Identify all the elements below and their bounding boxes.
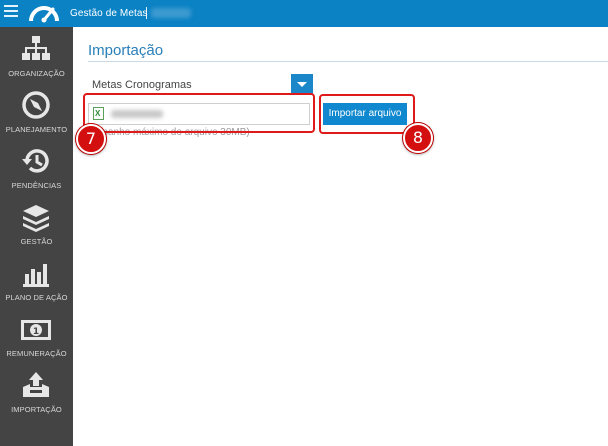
sidebar-item-label: GESTÃO	[20, 237, 53, 246]
sidebar-item-plano-de-acao[interactable]: PLANO DE AÇÃO	[0, 253, 73, 309]
sidebar-item-label: PLANEJAMENTO	[5, 125, 68, 134]
org-chart-icon	[22, 36, 50, 60]
app-title: Gestão de Metas	[70, 8, 148, 19]
sidebar-item-label: REMUNERAÇÃO	[6, 349, 67, 358]
sidebar: ORGANIZAÇÃO PLANEJAMENTO PENDÊNCIAS GEST…	[0, 27, 73, 446]
hamburger-icon[interactable]	[4, 5, 18, 19]
banknote-icon: 1	[21, 320, 51, 340]
sidebar-item-importacao[interactable]: IMPORTAÇÃO	[0, 365, 73, 421]
redacted-context	[151, 8, 191, 18]
sidebar-item-organizacao[interactable]: ORGANIZAÇÃO	[0, 29, 73, 85]
sidebar-item-pendencias[interactable]: PENDÊNCIAS	[0, 141, 73, 197]
sidebar-item-label: ORGANIZAÇÃO	[8, 69, 65, 78]
upload-tray-icon	[23, 372, 49, 397]
sidebar-item-planejamento[interactable]: PLANEJAMENTO	[0, 85, 73, 141]
highlight-box-file-input	[83, 93, 315, 133]
import-type-value: Metas Cronogramas	[92, 79, 192, 91]
sidebar-item-gestao[interactable]: GESTÃO	[0, 197, 73, 253]
svg-text:1: 1	[33, 327, 39, 337]
compass-icon	[22, 91, 50, 119]
sidebar-item-label: PENDÊNCIAS	[11, 181, 62, 190]
page-title: Importação	[88, 42, 164, 59]
highlight-box-import-button	[319, 94, 415, 134]
layers-icon	[23, 205, 49, 232]
gauge-logo-icon[interactable]	[28, 3, 60, 23]
top-bar: Gestão de Metas	[0, 0, 608, 27]
title-divider	[88, 61, 608, 62]
sidebar-item-label: IMPORTAÇÃO	[11, 405, 62, 414]
step-badge-7: 7	[76, 124, 106, 154]
sidebar-item-label: PLANO DE AÇÃO	[5, 293, 68, 302]
bar-chart-icon	[23, 264, 49, 287]
title-separator	[146, 7, 147, 19]
chevron-down-icon[interactable]	[291, 74, 313, 95]
step-badge-8: 8	[403, 123, 433, 153]
sidebar-item-remuneracao[interactable]: 1 REMUNERAÇÃO	[0, 309, 73, 365]
history-icon	[22, 149, 49, 173]
